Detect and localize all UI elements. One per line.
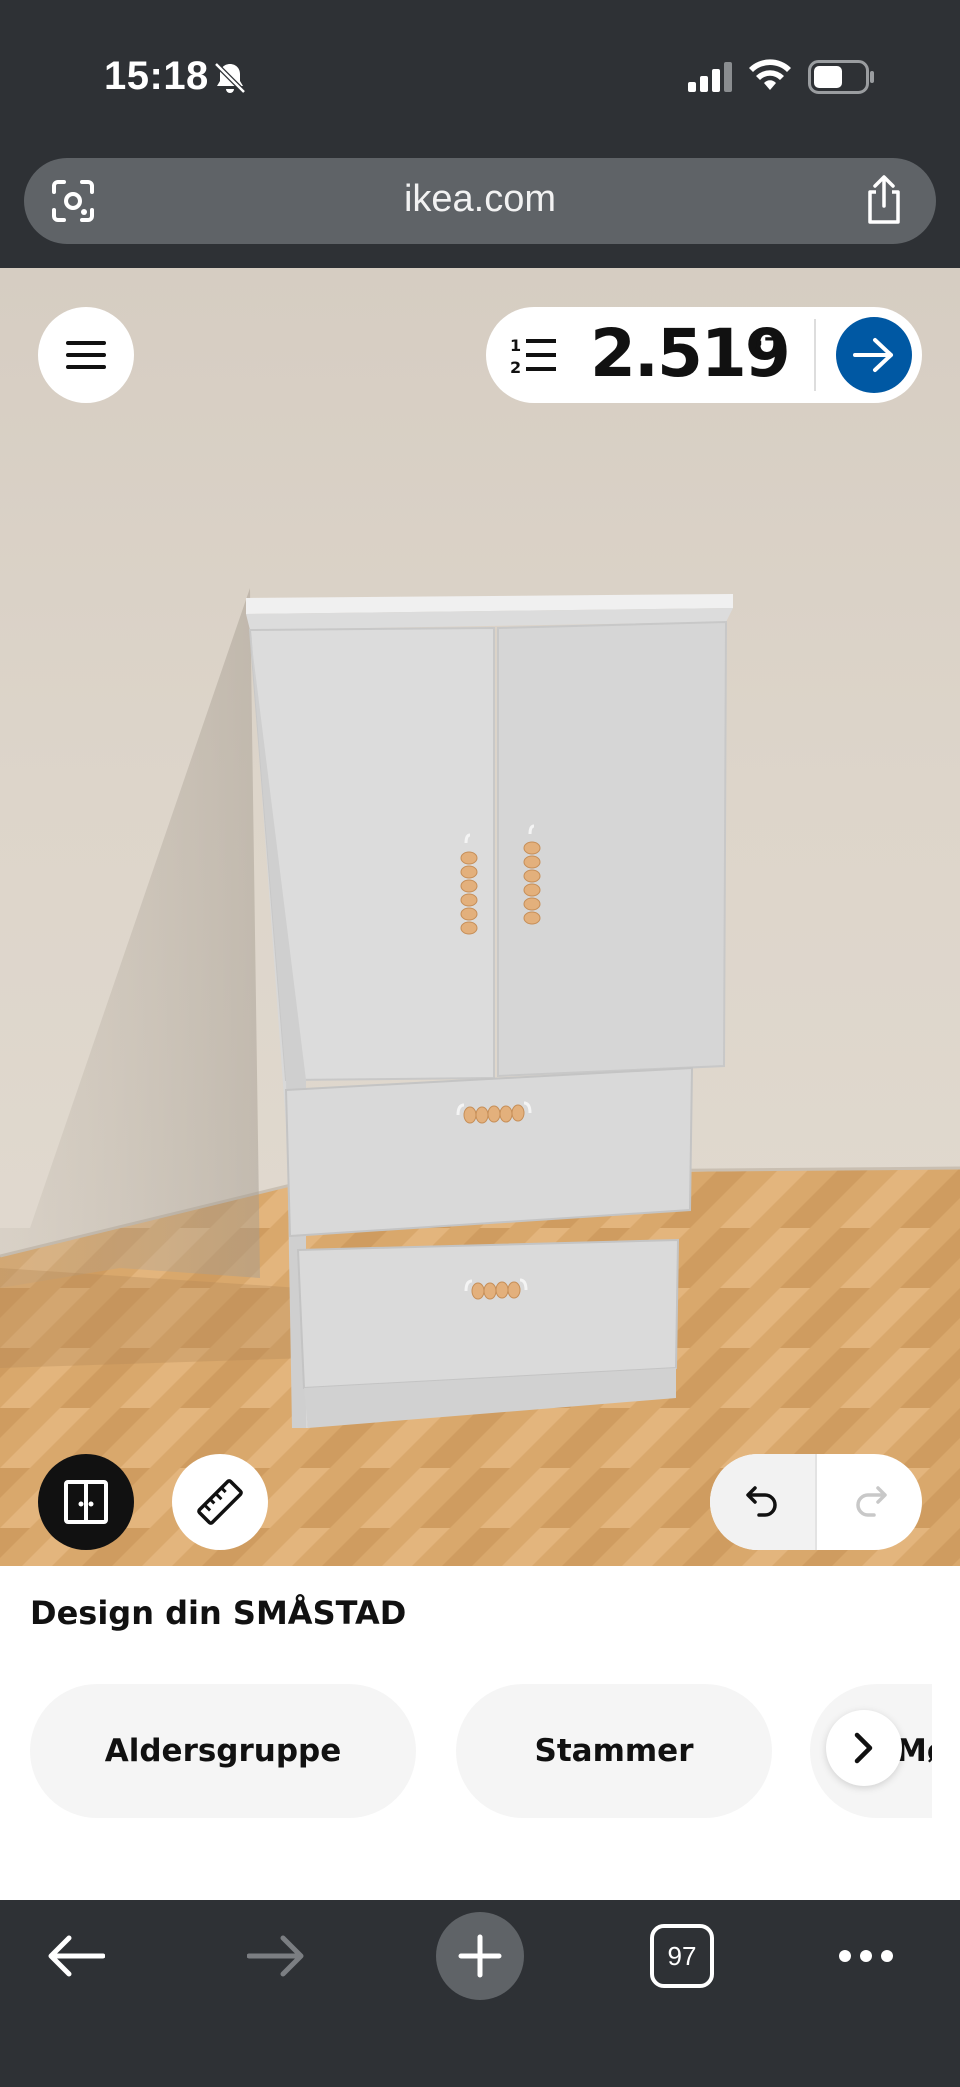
more-button[interactable] [826,1916,906,1996]
undo-redo-group [710,1454,922,1550]
arrow-right-icon [853,338,893,372]
plus-icon [458,1934,502,1978]
tabs-button[interactable]: 97 [650,1924,714,1988]
wifi-icon [749,59,791,90]
panel-title: Design din SMÅSTAD [30,1594,407,1632]
status-time: 15:18 [104,54,209,98]
measure-button[interactable] [172,1454,268,1550]
back-button[interactable] [36,1916,116,1996]
ruler-icon [197,1479,243,1525]
menu-icon [66,341,106,369]
undo-button[interactable] [710,1454,815,1550]
chips-scroll-right-button[interactable] [826,1710,902,1786]
new-tab-button[interactable] [436,1912,524,2000]
checkout-button[interactable] [836,317,912,393]
svg-text:2: 2 [510,358,521,377]
share-icon[interactable] [862,174,906,226]
chevron-right-icon [854,1732,873,1764]
status-bar: 15:18 [0,0,960,150]
menu-button[interactable] [38,307,134,403]
scene-render [0,588,960,1566]
battery-icon [808,60,874,94]
signal-icon [688,62,732,92]
browser-url-area: ikea.com [0,150,960,268]
browser-toolbar: 97 [0,1900,960,2087]
chip-aldersgruppe[interactable]: Aldersgruppe [30,1684,416,1818]
redo-icon [855,1486,887,1517]
forward-button[interactable] [236,1916,316,1996]
numbered-list-icon: 1 2 [510,336,556,377]
back-arrow-icon [48,1935,105,1977]
forward-arrow-icon [247,1935,304,1977]
price-divider [814,319,816,391]
tabs-icon: 97 [667,1940,697,1971]
price-summary[interactable]: 1 2 2.519 ,– [486,307,922,403]
option-chip-row: Aldersgruppe Stammer Mø [0,1684,932,1818]
design-panel: Design din SMÅSTAD Aldersgruppe Stammer … [0,1566,960,1900]
url-text[interactable]: ikea.com [24,178,936,221]
front-view-icon [64,1480,108,1524]
product-3d-viewer[interactable]: 1 2 2.519 ,– [0,268,960,1566]
price-suffix: ,– [754,323,777,353]
address-bar[interactable]: ikea.com [24,158,936,244]
svg-text:1: 1 [510,336,521,355]
chip-stammer[interactable]: Stammer [456,1684,772,1818]
more-icon [839,1950,893,1962]
front-view-button[interactable] [38,1454,134,1550]
redo-button[interactable] [817,1454,922,1550]
bell-off-icon [214,62,246,94]
undo-icon [745,1486,777,1517]
